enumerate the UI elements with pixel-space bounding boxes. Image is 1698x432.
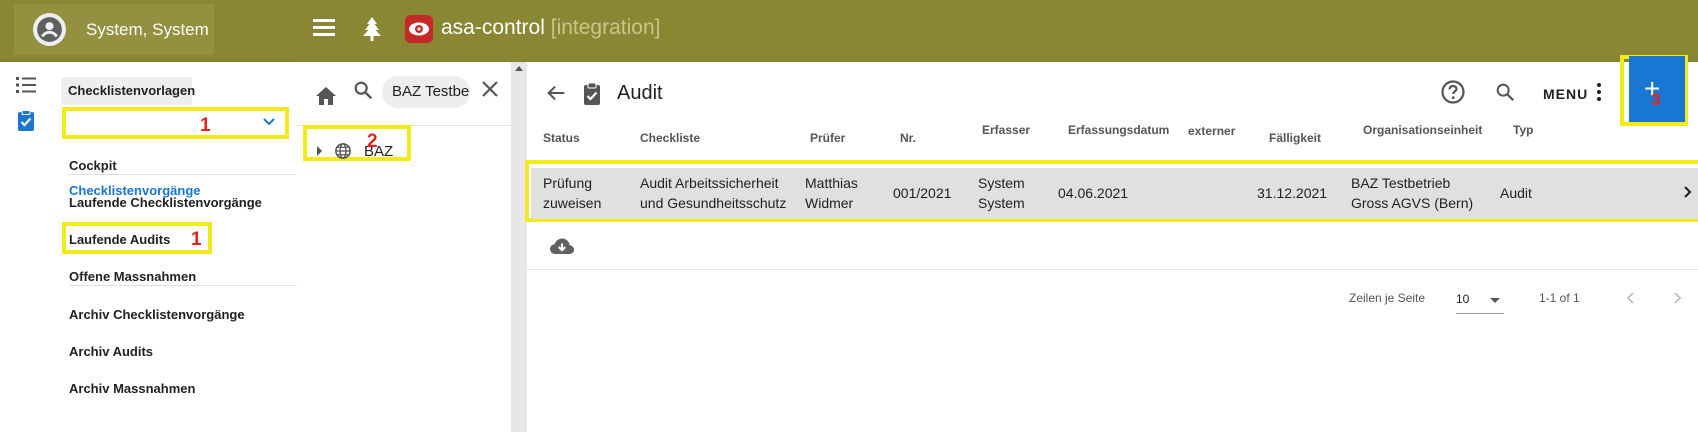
sidebar-item-offene-massnahmen[interactable]: Offene Massnahmen bbox=[69, 269, 196, 284]
tree-node-baz[interactable]: BAZ bbox=[317, 140, 393, 162]
brand-logo-icon bbox=[405, 15, 433, 43]
scroll-up-icon[interactable] bbox=[515, 66, 523, 71]
cell-organisationseinheit-line-1: BAZ Testbetrieb bbox=[1351, 175, 1451, 191]
user-menu[interactable]: System, System bbox=[14, 4, 214, 55]
rows-per-page-select[interactable]: 10 bbox=[1456, 286, 1504, 314]
cell-checkliste-line-2: und Gesundheitsschutz bbox=[640, 195, 787, 211]
sidebar-item-checklistenvorlagen[interactable]: Checklistenvorlagen bbox=[61, 77, 195, 105]
cell-erfasser-line-2: System bbox=[978, 195, 1025, 211]
caret-right-icon[interactable] bbox=[317, 146, 322, 156]
more-vert-icon[interactable] bbox=[1596, 83, 1602, 101]
rows-per-page-label: Zeilen je Seite bbox=[1349, 291, 1426, 305]
user-name: System, System bbox=[86, 19, 209, 39]
cell-nr: 001/2021 bbox=[893, 185, 952, 201]
column-header-organisationseinheit[interactable]: Organisationseinheit bbox=[1363, 122, 1482, 139]
cell-pruefer-line-1: Matthias bbox=[805, 175, 858, 191]
globe-icon bbox=[335, 143, 351, 159]
clipboard-check-icon bbox=[584, 82, 600, 105]
column-header-faelligkeit[interactable]: Fälligkeit bbox=[1269, 130, 1321, 147]
cell-pruefer-line-2: Widmer bbox=[805, 195, 854, 211]
column-header-status[interactable]: Status bbox=[543, 130, 580, 147]
pagination-range: 1-1 of 1 bbox=[1539, 291, 1580, 305]
menu-button[interactable]: MENU bbox=[1543, 86, 1588, 102]
chevron-down-icon[interactable] bbox=[262, 117, 276, 127]
table-row[interactable]: Prüfung zuweisen Audit Arbeitssicherheit… bbox=[531, 168, 1698, 219]
dropdown-arrow-icon bbox=[1490, 298, 1500, 303]
column-header-externer-pruefer[interactable]: externer Prüfer bbox=[1188, 123, 1243, 140]
home-icon[interactable] bbox=[314, 84, 338, 108]
clipboard-check-icon[interactable] bbox=[14, 109, 38, 133]
brand-environment: [integration] bbox=[550, 16, 661, 39]
add-button[interactable]: + 3 bbox=[1629, 56, 1685, 122]
column-header-nr[interactable]: Nr. bbox=[900, 130, 916, 147]
account-circle-icon bbox=[33, 13, 66, 46]
cell-status-line-1: Prüfung bbox=[543, 175, 593, 191]
top-bar: System, System asa-control [integration] bbox=[0, 0, 1698, 62]
chevron-left-icon[interactable] bbox=[1625, 291, 1635, 305]
sidebar: Checklistenvorlagen Checklistenvorgänge … bbox=[0, 62, 297, 432]
tree-scrollbar[interactable] bbox=[511, 62, 527, 432]
annotation-marker: 3 bbox=[1651, 90, 1661, 109]
arrow-back-icon[interactable] bbox=[545, 82, 567, 104]
annotation-marker: 1 bbox=[200, 115, 211, 136]
list-icon[interactable] bbox=[14, 73, 38, 97]
sidebar-item-archiv-massnahmen[interactable]: Archiv Massnahmen bbox=[69, 381, 195, 396]
sidebar-item-archiv-checklistenvorgaenge[interactable]: Archiv Checklistenvorgänge bbox=[69, 307, 245, 322]
sidebar-item-cockpit[interactable]: Cockpit bbox=[69, 158, 117, 173]
column-header-typ[interactable]: Typ bbox=[1513, 122, 1533, 139]
tree-panel: BAZ Testbetrieb BAZ 2 bbox=[297, 62, 511, 432]
cell-checkliste-line-1: Audit Arbeitssicherheit bbox=[640, 175, 779, 191]
annotation-marker: 1 bbox=[191, 229, 202, 250]
tree-search-input[interactable]: BAZ Testbetrieb bbox=[382, 76, 470, 108]
sidebar-item-laufende-checklistenvorgaenge[interactable]: Laufende Checklistenvorgänge bbox=[69, 195, 262, 210]
page: System, System asa-control [integration]… bbox=[0, 0, 1698, 432]
search-icon[interactable] bbox=[352, 79, 374, 101]
column-header-pruefer[interactable]: Prüfer bbox=[810, 130, 845, 147]
help-icon[interactable] bbox=[1440, 79, 1466, 105]
divider bbox=[527, 269, 1698, 270]
tree-icon[interactable] bbox=[362, 17, 382, 41]
cell-organisationseinheit-line-2: Gross AGVS (Bern) bbox=[1351, 195, 1474, 211]
cell-faelligkeit: 31.12.2021 bbox=[1257, 185, 1328, 201]
brand-name: asa-control bbox=[441, 16, 545, 39]
hamburger-menu-icon[interactable] bbox=[313, 19, 335, 39]
brand-title: asa-control [integration] bbox=[441, 16, 660, 40]
main-panel: Audit MENU + 3 Status Checkliste Prüfer … bbox=[525, 55, 1698, 432]
rows-per-page-value: 10 bbox=[1456, 292, 1470, 306]
cell-erfasser-line-1: System bbox=[978, 175, 1025, 191]
divider bbox=[69, 174, 297, 175]
search-icon[interactable] bbox=[1494, 81, 1516, 103]
chevron-right-icon[interactable] bbox=[1673, 291, 1683, 305]
cloud-download-icon[interactable] bbox=[549, 236, 575, 256]
column-header-erfassungsdatum[interactable]: Erfassungsdatum bbox=[1068, 122, 1169, 139]
column-header-erfasser[interactable]: Erfasser bbox=[982, 122, 1030, 139]
divider bbox=[69, 285, 297, 286]
cell-status-line-2: zuweisen bbox=[543, 195, 602, 211]
close-icon[interactable] bbox=[480, 79, 500, 99]
chevron-right-icon[interactable] bbox=[1683, 185, 1692, 199]
sidebar-item-archiv-audits[interactable]: Archiv Audits bbox=[69, 344, 153, 359]
sidebar-item-laufende-audits[interactable]: Laufende Audits bbox=[69, 232, 170, 247]
cell-erfassungsdatum: 04.06.2021 bbox=[1058, 185, 1129, 201]
page-title: Audit bbox=[617, 82, 663, 104]
column-header-checkliste[interactable]: Checkliste bbox=[640, 130, 700, 147]
annotation-marker: 2 bbox=[367, 131, 378, 152]
highlight-box-checklistenvorgaenge bbox=[62, 107, 289, 139]
cell-typ: Audit bbox=[1500, 185, 1532, 201]
